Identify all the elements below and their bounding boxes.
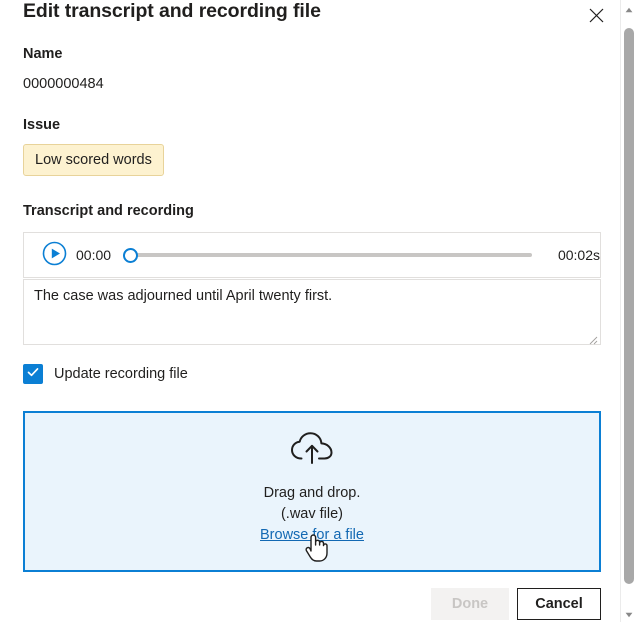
cloud-upload-icon (290, 431, 334, 470)
cancel-button[interactable]: Cancel (517, 588, 601, 620)
name-label: Name (23, 46, 63, 62)
dialog-header: Edit transcript and recording file (0, 0, 618, 32)
slider-thumb[interactable] (123, 247, 139, 263)
checkbox-box[interactable] (23, 364, 43, 384)
chevron-down-icon (625, 605, 633, 622)
chevron-up-icon (625, 0, 633, 18)
status-badge: Low scored words (23, 144, 164, 176)
issue-label: Issue (23, 117, 61, 133)
current-time: 00:00 (76, 247, 112, 263)
transcript-and-recording-label: Transcript and recording (23, 203, 194, 219)
close-icon (589, 8, 604, 23)
total-time: 00:02s (557, 247, 600, 263)
close-button[interactable] (580, 0, 612, 30)
slider-track (131, 253, 532, 257)
done-button[interactable]: Done (431, 588, 509, 620)
play-icon (42, 241, 67, 269)
audio-player: 00:00 00:02s (23, 232, 601, 278)
dropzone-primary-text: Drag and drop. (263, 485, 361, 501)
transcript-input[interactable] (23, 279, 601, 345)
playback-slider[interactable]: 00:02s (123, 244, 600, 266)
scroll-up-button[interactable] (621, 0, 637, 17)
dropzone-secondary-text: (.wav file) (280, 506, 344, 522)
check-icon (26, 365, 40, 384)
file-dropzone[interactable]: Drag and drop. (.wav file) Browse for a … (23, 411, 601, 572)
page-title: Edit transcript and recording file (23, 0, 321, 22)
edit-transcript-dialog: Edit transcript and recording file Name … (0, 0, 637, 622)
vertical-scrollbar[interactable] (620, 0, 637, 622)
checkbox-label: Update recording file (54, 366, 188, 382)
play-button[interactable] (42, 241, 67, 269)
scroll-down-button[interactable] (621, 605, 637, 622)
scrollbar-thumb[interactable] (624, 28, 634, 584)
name-value: 0000000484 (23, 76, 104, 92)
browse-for-a-file-link[interactable]: Browse for a file (260, 527, 364, 543)
update-recording-file-checkbox[interactable]: Update recording file (23, 364, 188, 384)
